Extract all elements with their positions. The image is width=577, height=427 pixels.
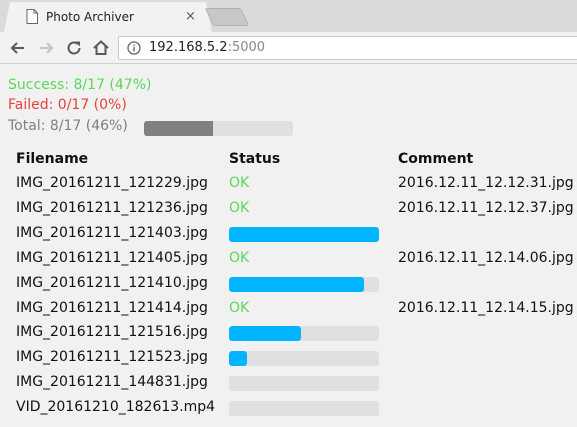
table-row: IMG_20161211_121405.jpg OK 2016.12.11_12.1… bbox=[0, 247, 577, 271]
table-row: IMG_20161211_121523.jpg bbox=[0, 346, 577, 370]
filename-cell: VID_20161210_182613.mp4 bbox=[16, 399, 216, 416]
success-summary: Success: 8/17 (47%) bbox=[8, 77, 152, 93]
status-progress-bar bbox=[229, 351, 379, 367]
url-port: :5000 bbox=[227, 40, 266, 55]
status-progress-fill bbox=[229, 226, 379, 242]
filename-cell: IMG_20161211_121523.jpg bbox=[16, 349, 208, 366]
column-header-filename: Filename bbox=[16, 151, 89, 167]
close-icon[interactable]: × bbox=[185, 9, 196, 24]
url-host: 192.168.5.2 bbox=[149, 40, 228, 55]
forward-arrow-icon[interactable] bbox=[36, 38, 56, 58]
tab-title: Photo Archiver bbox=[46, 10, 134, 24]
filename-cell: IMG_20161211_121410.jpg bbox=[16, 274, 208, 291]
status-ok: OK bbox=[229, 249, 250, 266]
column-header-status: Status bbox=[229, 151, 281, 167]
status-ok: OK bbox=[229, 199, 250, 216]
comment-cell: 2016.12.11_12.14.06.jpg bbox=[398, 249, 574, 266]
filename-cell: IMG_20161211_121236.jpg bbox=[16, 199, 208, 216]
filename-cell: IMG_20161211_121516.jpg bbox=[16, 324, 208, 341]
status-progress-fill bbox=[229, 326, 301, 342]
filename-cell: IMG_20161211_121405.jpg bbox=[16, 249, 208, 266]
reload-icon[interactable] bbox=[64, 38, 84, 58]
column-header-comment: Comment bbox=[398, 151, 474, 167]
total-summary: Total: 8/17 (46%) bbox=[8, 118, 128, 134]
status-progress-bar bbox=[229, 376, 379, 392]
table-row: IMG_20161211_121410.jpg bbox=[0, 272, 577, 296]
table-row: IMG_20161211_144831.jpg bbox=[0, 371, 577, 395]
status-progress-bar bbox=[229, 276, 379, 292]
status-ok: OK bbox=[229, 299, 250, 316]
filename-cell: IMG_20161211_121403.jpg bbox=[16, 224, 208, 241]
back-arrow-icon[interactable] bbox=[8, 38, 28, 58]
table-row: VID_20161210_182613.mp4 bbox=[0, 396, 577, 420]
total-progress-bar bbox=[144, 121, 293, 136]
page-icon bbox=[26, 9, 38, 24]
filename-cell: IMG_20161211_121229.jpg bbox=[16, 175, 208, 191]
home-icon[interactable] bbox=[91, 38, 111, 58]
failed-summary: Failed: 0/17 (0%) bbox=[8, 97, 127, 113]
table-row: IMG_20161211_121229.jpg OK 2016.12.11_12.1… bbox=[0, 172, 577, 196]
comment-cell: 2016.12.11_12.14.15.jpg bbox=[398, 299, 574, 316]
filename-cell: IMG_20161211_144831.jpg bbox=[16, 374, 208, 391]
status-progress-fill bbox=[229, 276, 364, 292]
table-row: IMG_20161211_121414.jpg OK 2016.12.11_12.1… bbox=[0, 297, 577, 321]
filename-cell: IMG_20161211_121414.jpg bbox=[16, 299, 208, 316]
address-bar[interactable]: 192.168.5.2:5000 bbox=[118, 36, 577, 60]
new-tab-button[interactable] bbox=[204, 8, 250, 26]
comment-cell: 2016.12.11_12.12.37.jpg bbox=[398, 199, 574, 216]
info-icon[interactable] bbox=[127, 41, 141, 55]
status-progress-bar bbox=[229, 401, 379, 417]
url-text: 192.168.5.2:5000 bbox=[149, 40, 265, 55]
status-progress-bar bbox=[229, 226, 379, 242]
tab-photo-archiver[interactable]: Photo Archiver × bbox=[4, 2, 212, 32]
comment-cell: 2016.12.11_12.12.31.jpg bbox=[398, 175, 574, 191]
status-progress-fill bbox=[229, 351, 247, 367]
table-row: IMG_20161211_121236.jpg OK 2016.12.11_12.1… bbox=[0, 197, 577, 221]
status-progress-bar bbox=[229, 326, 379, 342]
status-ok: OK bbox=[229, 175, 250, 191]
table-row: IMG_20161211_121403.jpg bbox=[0, 222, 577, 246]
total-progress-fill bbox=[144, 121, 213, 136]
browser-toolbar: 192.168.5.2:5000 bbox=[0, 32, 577, 64]
table-row: IMG_20161211_121516.jpg bbox=[0, 321, 577, 345]
tab-strip: Photo Archiver × bbox=[0, 0, 577, 32]
